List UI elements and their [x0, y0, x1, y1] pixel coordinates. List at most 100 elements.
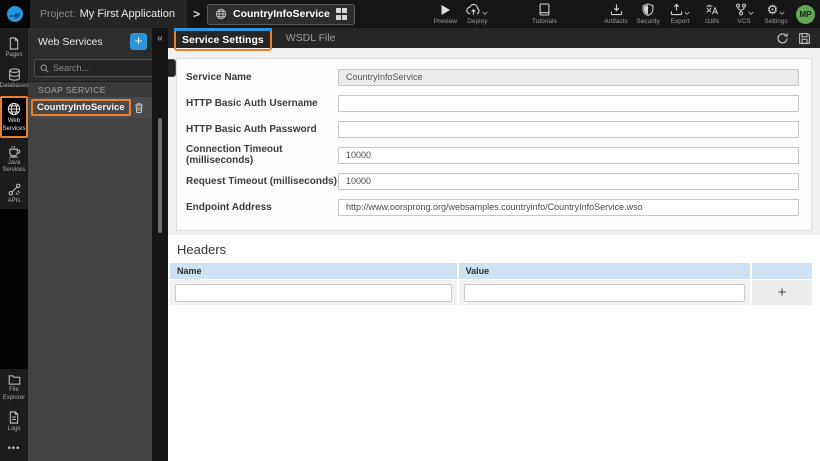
panel-body	[28, 118, 152, 461]
sidebar-item-pages[interactable]: Pages	[0, 28, 28, 63]
project-block[interactable]: Project: My First Application	[30, 0, 187, 28]
form-row-connection-timeout: Connection Timeout (milliseconds)	[186, 142, 799, 168]
i18n-button[interactable]: I18N	[696, 0, 728, 28]
coffee-icon	[8, 145, 20, 158]
form-row-username: HTTP Basic Auth Username	[186, 90, 799, 116]
wavemaker-logo-icon	[7, 6, 23, 22]
header-value-input[interactable]	[463, 283, 745, 302]
settings-button[interactable]: ⚙ Settings	[760, 0, 792, 28]
project-name: My First Application	[79, 8, 175, 20]
tab-label: WSDL File	[285, 32, 336, 44]
sidebar-item-label: APIs	[7, 198, 21, 205]
user-avatar[interactable]: MP	[796, 4, 815, 24]
field-label: HTTP Basic Auth Username	[186, 97, 318, 109]
grid-icon[interactable]	[335, 8, 348, 20]
form-row-password: HTTP Basic Auth Password	[186, 116, 799, 142]
play-icon	[441, 5, 450, 15]
sidebar-item-label: File Explorer	[2, 387, 26, 401]
service-list-item[interactable]: CountryInfoService	[28, 97, 152, 118]
scrollbar-thumb[interactable]	[158, 118, 162, 233]
trash-icon	[135, 102, 143, 113]
field-label: Endpoint Address	[186, 201, 272, 213]
sidebar-item-logs[interactable]: Logs	[0, 406, 28, 437]
endpoint-address-input[interactable]	[338, 198, 799, 216]
tab-service-settings[interactable]: Service Settings	[174, 27, 272, 51]
globe-icon	[7, 103, 21, 116]
refresh-icon	[777, 32, 788, 43]
panel-divider: «	[152, 28, 168, 461]
sidebar-item-label: Databases	[0, 83, 29, 90]
field-label: Connection Timeout (milliseconds)	[186, 144, 283, 166]
left-sidebar: Pages Databases Web Services Java Servic…	[0, 28, 28, 461]
web-services-panel: Web Services + SOAP SERVICE CountryInfoS…	[28, 28, 176, 461]
top-bar: Project: My First Application > CountryI…	[0, 0, 820, 28]
column-header-actions	[752, 263, 812, 279]
service-tab[interactable]: CountryInfoService	[207, 3, 356, 25]
tutorials-button[interactable]: Tutorials	[528, 0, 560, 28]
settings-label: Settings	[764, 18, 788, 25]
cloud-upload-icon	[466, 3, 480, 15]
content-area: Service Name HTTP Basic Auth Username HT…	[168, 48, 820, 461]
translate-icon	[706, 4, 719, 15]
artifacts-label: Artifacts	[604, 18, 628, 25]
tab-annotation: Service Settings	[174, 27, 272, 51]
service-item-label[interactable]: CountryInfoService	[31, 99, 131, 116]
add-header-button[interactable]: +	[778, 285, 787, 300]
http-basic-auth-username-input[interactable]	[338, 94, 799, 112]
preview-button[interactable]: Preview	[429, 0, 461, 28]
main-area: Service Settings WSDL File Service Name …	[168, 27, 820, 461]
logs-icon	[9, 411, 19, 424]
security-button[interactable]: Security	[632, 0, 664, 28]
headers-section-title: Headers	[168, 235, 820, 263]
refresh-button[interactable]	[776, 32, 789, 45]
tab-wsdl-file[interactable]: WSDL File	[286, 28, 336, 48]
soap-service-section-label: SOAP SERVICE	[28, 82, 152, 97]
panel-search-row	[28, 55, 176, 82]
sidebar-item-file-explorer[interactable]: File Explorer	[0, 369, 28, 405]
sidebar-item-label: Java Services	[2, 159, 26, 173]
sidebar-item-databases[interactable]: Databases	[0, 63, 28, 94]
chevron-down-icon	[684, 11, 690, 15]
breadcrumb-chevron-icon: >	[192, 7, 200, 21]
app-logo[interactable]	[0, 0, 30, 28]
delete-service-button[interactable]	[134, 102, 144, 114]
header-action-cell: +	[752, 280, 812, 305]
header-name-input[interactable]	[175, 283, 452, 302]
connection-timeout-input[interactable]	[338, 146, 799, 164]
deploy-button[interactable]: Deploy	[461, 0, 493, 28]
save-icon	[799, 32, 810, 44]
header-value-cell	[458, 280, 750, 305]
folder-icon	[8, 375, 20, 386]
sidebar-item-web-services[interactable]: Web Services	[0, 96, 28, 138]
header-name-cell	[170, 280, 457, 305]
add-service-button[interactable]: +	[130, 33, 147, 50]
vcs-button[interactable]: VCS	[728, 0, 760, 28]
tab-actions	[776, 32, 820, 45]
app-window: Project: My First Application > CountryI…	[0, 0, 820, 461]
more-options-icon[interactable]: •••	[0, 437, 28, 461]
chevron-down-icon	[747, 11, 754, 15]
shield-icon	[642, 3, 654, 16]
export-button[interactable]: Export	[664, 0, 696, 28]
save-button[interactable]	[798, 32, 811, 45]
tutorials-label: Tutorials	[532, 18, 557, 25]
database-icon	[8, 68, 20, 81]
download-tray-icon	[610, 4, 622, 16]
collapse-panel-button[interactable]: «	[152, 31, 168, 47]
security-label: Security	[636, 18, 660, 25]
panel-title: Web Services	[38, 35, 103, 48]
sidebar-item-java-services[interactable]: Java Services	[0, 140, 28, 178]
form-row-endpoint: Endpoint Address	[186, 194, 799, 220]
http-basic-auth-password-input[interactable]	[338, 120, 799, 138]
request-timeout-input[interactable]	[338, 172, 799, 190]
headers-table-head: Name Value	[170, 263, 812, 279]
settings-form-band: Service Name HTTP Basic Auth Username HT…	[168, 48, 820, 235]
service-tab-label: CountryInfoService	[233, 8, 330, 20]
settings-form-card: Service Name HTTP Basic Auth Username HT…	[176, 58, 812, 231]
field-label: Request Timeout (milliseconds)	[186, 175, 337, 187]
panel-header: Web Services +	[28, 28, 152, 55]
artifacts-button[interactable]: Artifacts	[600, 0, 632, 28]
column-header-value: Value	[458, 263, 750, 279]
sidebar-spacer	[0, 209, 28, 370]
sidebar-item-apis[interactable]: APIs	[0, 178, 28, 209]
